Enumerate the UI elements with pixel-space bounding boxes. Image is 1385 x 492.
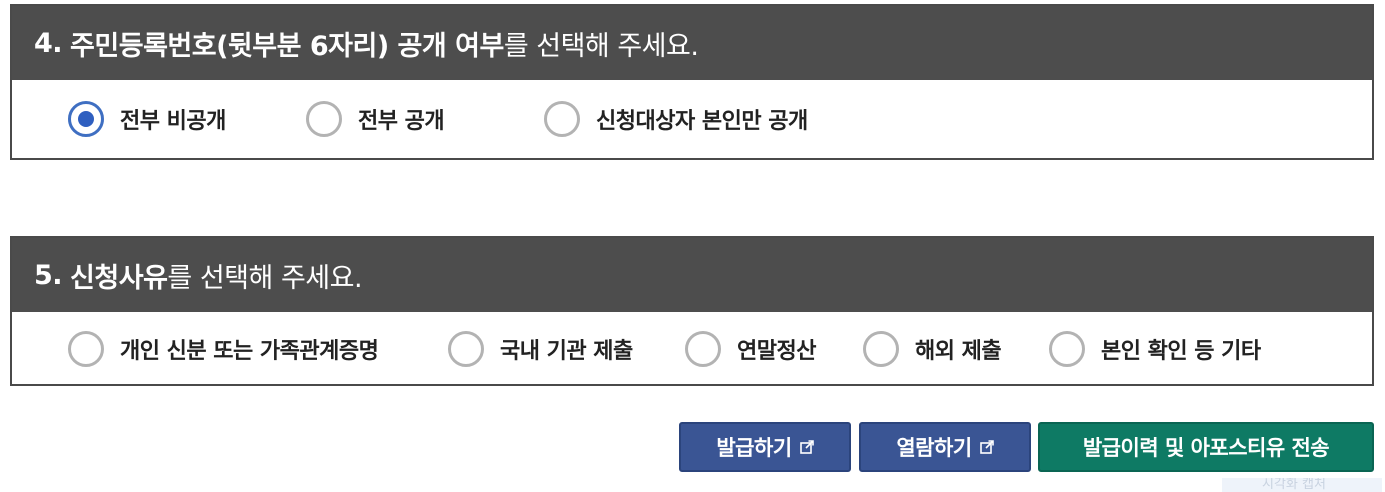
option-all-public[interactable]: 전부 공개 bbox=[306, 80, 445, 158]
option-label: 본인 확인 등 기타 bbox=[1101, 339, 1261, 364]
external-link-icon bbox=[979, 440, 994, 454]
option-all-private[interactable]: 전부 비공개 bbox=[68, 80, 226, 158]
option-label: 연말정산 bbox=[737, 339, 816, 364]
application-reason-section: 5. 신청사유 를 선택해 주세요. 개인 신분 또는 가족관계증명 국내 기관… bbox=[10, 236, 1374, 386]
option-label: 개인 신분 또는 가족관계증명 bbox=[120, 339, 379, 364]
section-number: 5. bbox=[34, 259, 63, 291]
option-year-end-tax[interactable]: 연말정산 bbox=[685, 312, 816, 386]
radio-checked-icon[interactable] bbox=[68, 101, 104, 137]
rrn-disclosure-section: 4. 주민등록번호(뒷부분 6자리) 공개 여부 를 선택해 주세요. 전부 비… bbox=[10, 4, 1374, 160]
option-label: 신청대상자 본인만 공개 bbox=[596, 109, 808, 134]
rrn-disclosure-options: 전부 비공개 전부 공개 신청대상자 본인만 공개 bbox=[12, 80, 1372, 158]
section-title-rest: 를 선택해 주세요. bbox=[167, 262, 363, 294]
radio-unchecked-icon[interactable] bbox=[685, 331, 721, 367]
issue-button[interactable]: 발급하기 bbox=[679, 422, 851, 472]
issue-button-label: 발급하기 bbox=[716, 436, 792, 460]
send-apostille-button-label: 발급이력 및 아포스티유 전송 bbox=[1082, 436, 1330, 460]
option-identity-other[interactable]: 본인 확인 등 기타 bbox=[1049, 312, 1261, 386]
partial-floating-banner: 시각화 캡처 bbox=[1222, 478, 1382, 492]
option-domestic-institution[interactable]: 국내 기관 제출 bbox=[448, 312, 633, 386]
send-apostille-button[interactable]: 발급이력 및 아포스티유 전송 bbox=[1038, 422, 1374, 472]
rrn-disclosure-header: 4. 주민등록번호(뒷부분 6자리) 공개 여부 를 선택해 주세요. bbox=[12, 6, 1372, 80]
external-link-icon bbox=[799, 440, 814, 454]
radio-unchecked-icon[interactable] bbox=[1049, 331, 1085, 367]
radio-unchecked-icon[interactable] bbox=[306, 101, 342, 137]
view-button-label: 열람하기 bbox=[896, 436, 972, 460]
section-title-rest: 를 선택해 주세요. bbox=[503, 30, 699, 62]
radio-unchecked-icon[interactable] bbox=[863, 331, 899, 367]
option-label: 해외 제출 bbox=[915, 339, 1002, 364]
radio-unchecked-icon[interactable] bbox=[448, 331, 484, 367]
section-title-bold: 주민등록번호(뒷부분 6자리) 공개 여부 bbox=[70, 30, 504, 62]
radio-unchecked-icon[interactable] bbox=[68, 331, 104, 367]
radio-unchecked-icon[interactable] bbox=[544, 101, 580, 137]
option-label: 전부 비공개 bbox=[120, 109, 226, 134]
option-overseas[interactable]: 해외 제출 bbox=[863, 312, 1002, 386]
option-applicant-only-public[interactable]: 신청대상자 본인만 공개 bbox=[544, 80, 808, 158]
option-label: 국내 기관 제출 bbox=[500, 339, 633, 364]
section-title-bold: 신청사유 bbox=[70, 262, 168, 294]
application-reason-options: 개인 신분 또는 가족관계증명 국내 기관 제출 연말정산 해외 제출 본인 확… bbox=[12, 312, 1372, 386]
view-button[interactable]: 열람하기 bbox=[859, 422, 1031, 472]
section-number: 4. bbox=[34, 27, 63, 59]
option-label: 전부 공개 bbox=[358, 109, 445, 134]
application-reason-header: 5. 신청사유 를 선택해 주세요. bbox=[12, 238, 1372, 312]
option-identity-family[interactable]: 개인 신분 또는 가족관계증명 bbox=[68, 312, 379, 386]
